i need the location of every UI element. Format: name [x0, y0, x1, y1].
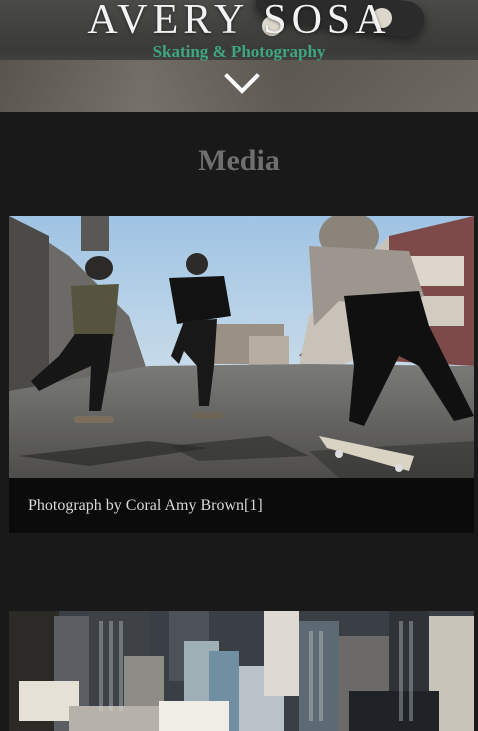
chevron-down-icon[interactable]: [224, 72, 260, 96]
hero-banner: AVERY SOSA Skating & Photography: [0, 0, 478, 112]
media-caption: Photograph by Coral Amy Brown[1]: [28, 497, 263, 514]
city-skyline-photo: [9, 611, 474, 731]
site-subtitle: Skating & Photography: [152, 42, 326, 61]
site-title: AVERY SOSA: [87, 0, 391, 43]
skateboarders-street-photo: [9, 216, 474, 478]
section-title-media: Media: [198, 144, 280, 177]
media-card: [9, 611, 474, 731]
media-card: Photograph by Coral Amy Brown[1]: [9, 216, 474, 533]
skateboarders-photo[interactable]: [9, 216, 474, 478]
city-photo[interactable]: [9, 611, 474, 731]
